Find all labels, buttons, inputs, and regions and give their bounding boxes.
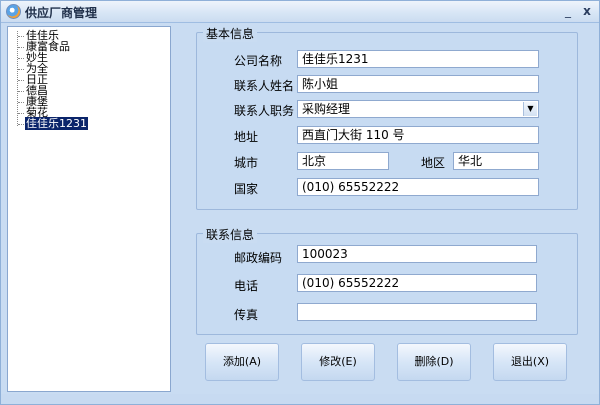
app-icon — [6, 4, 21, 19]
minimize-button[interactable]: _ — [560, 4, 576, 18]
exit-button[interactable]: 退出(X) — [493, 343, 567, 381]
phone-field[interactable]: (010) 65552222 — [297, 274, 537, 292]
supplier-window: 供应厂商管理 _ x 佳佳乐 康富食品 妙生 为全 日正 德昌 康堡 菊花 佳佳… — [0, 0, 600, 405]
delete-button[interactable]: 删除(D) — [397, 343, 471, 381]
address-label: 地址 — [234, 130, 259, 144]
window-title: 供应厂商管理 — [25, 6, 98, 20]
region-field[interactable]: 华北 — [453, 152, 539, 170]
city-field[interactable]: 北京 — [297, 152, 389, 170]
postal-code-label: 邮政编码 — [234, 251, 283, 265]
company-name-field[interactable]: 佳佳乐1231 — [297, 50, 539, 68]
add-button[interactable]: 添加(A) — [205, 343, 279, 381]
tree-item-selected[interactable]: 佳佳乐1231 — [18, 117, 88, 130]
dropdown-arrow-icon[interactable]: ▼ — [523, 102, 537, 116]
city-label: 城市 — [234, 156, 259, 170]
title-bar: 供应厂商管理 _ x — [1, 1, 599, 23]
supplier-tree[interactable]: 佳佳乐 康富食品 妙生 为全 日正 德昌 康堡 菊花 佳佳乐1231 — [7, 26, 171, 392]
country-field[interactable]: (010) 65552222 — [297, 178, 539, 196]
fax-field[interactable] — [297, 303, 537, 321]
country-label: 国家 — [234, 182, 259, 196]
phone-label: 电话 — [234, 279, 259, 293]
basic-info-title: 基本信息 — [203, 25, 258, 42]
fax-label: 传真 — [234, 308, 259, 322]
contact-name-field[interactable]: 陈小姐 — [297, 75, 539, 93]
address-field[interactable]: 西直门大街 110 号 — [297, 126, 539, 144]
contact-info-title: 联系信息 — [203, 226, 258, 243]
contact-position-value: 采购经理 — [302, 102, 351, 116]
contact-position-label: 联系人职务 — [234, 104, 295, 118]
contact-position-select[interactable]: 采购经理 ▼ — [297, 100, 539, 118]
close-button[interactable]: x — [579, 4, 595, 18]
status-bar — [1, 394, 599, 404]
postal-code-field[interactable]: 100023 — [297, 245, 537, 263]
contact-info-group: 联系信息 邮政编码 100023 电话 (010) 65552222 传真 — [196, 226, 578, 335]
basic-info-group: 基本信息 公司名称 佳佳乐1231 联系人姓名 陈小姐 联系人职务 采购经理 ▼… — [196, 25, 578, 210]
company-name-label: 公司名称 — [234, 54, 283, 68]
contact-name-label: 联系人姓名 — [234, 79, 295, 93]
edit-button[interactable]: 修改(E) — [301, 343, 375, 381]
region-label: 地区 — [421, 156, 446, 170]
